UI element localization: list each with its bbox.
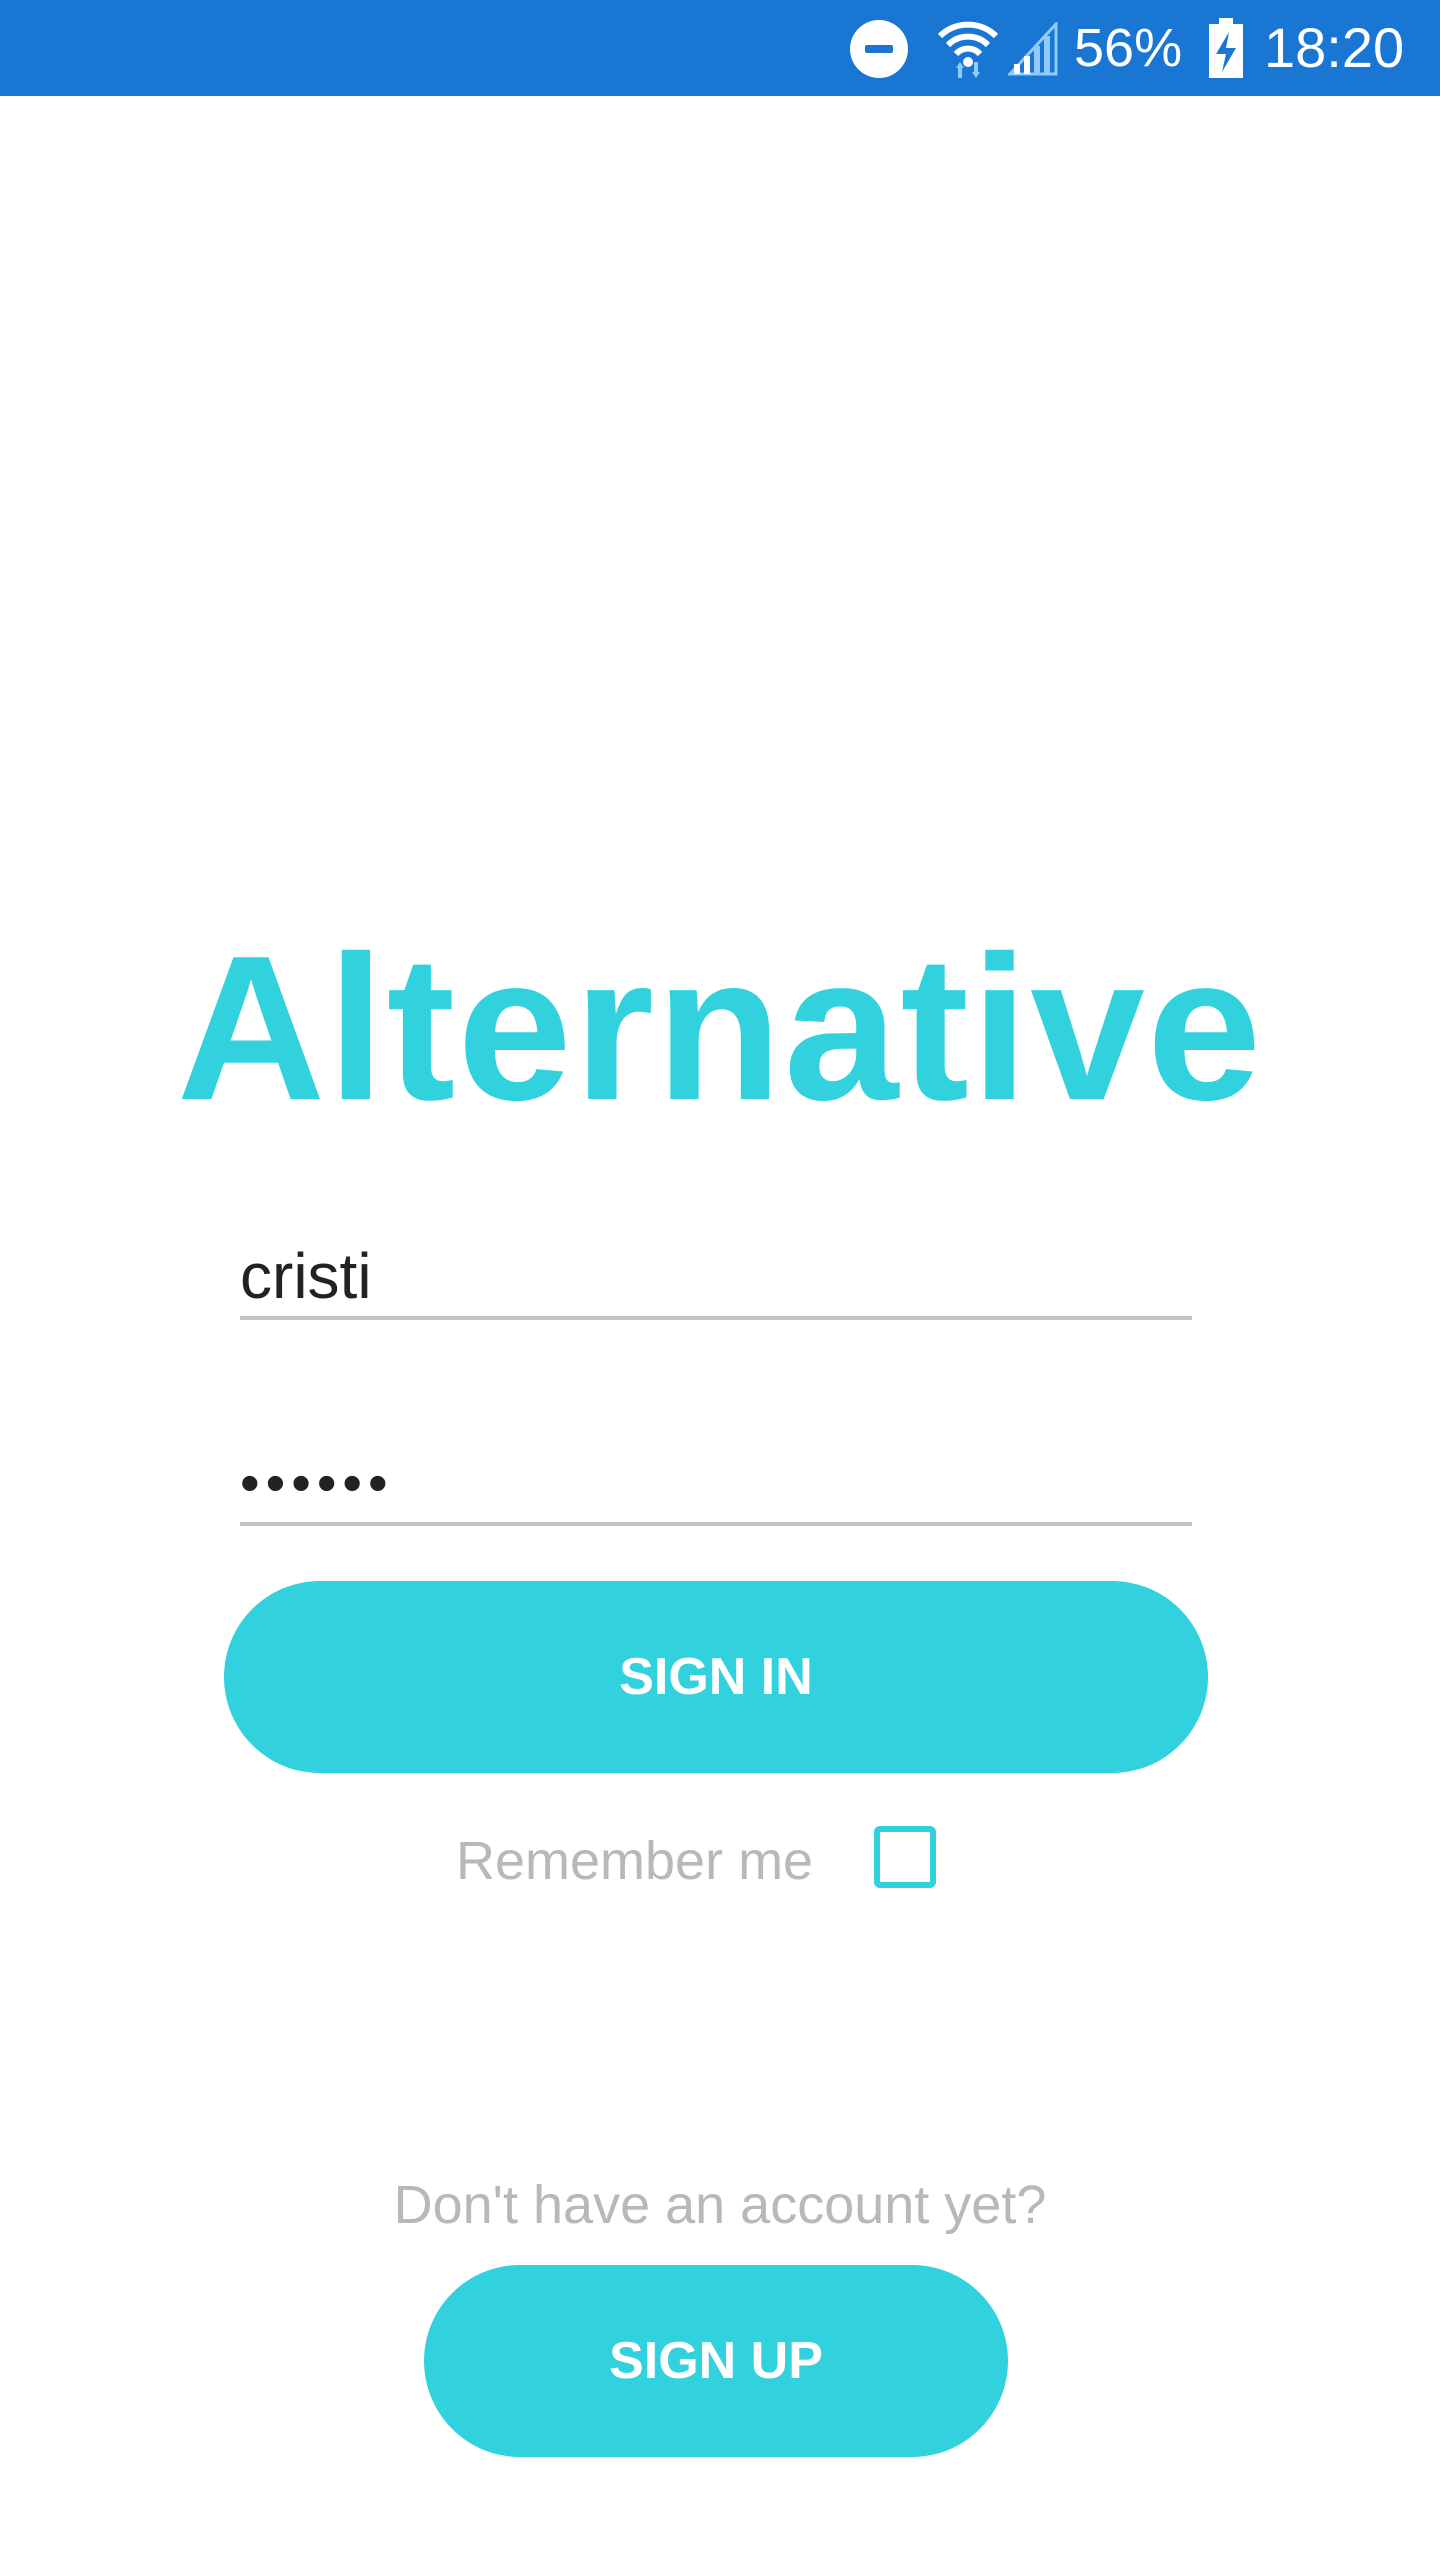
password-field[interactable] <box>240 1442 1192 1526</box>
sign-up-button[interactable]: SIGN UP <box>424 2265 1008 2457</box>
cell-signal-icon <box>1006 20 1058 76</box>
battery-charging-icon <box>1206 16 1246 80</box>
password-input[interactable] <box>240 1442 1192 1522</box>
status-clock: 18:20 <box>1264 16 1405 79</box>
remember-me-label: Remember me <box>456 1831 814 1891</box>
username-input[interactable] <box>240 1236 1192 1316</box>
battery-percentage: 56% <box>1074 18 1183 78</box>
wifi-icon <box>936 16 1000 80</box>
remember-me-checkbox[interactable] <box>874 1826 936 1888</box>
status-bar: 56% 18:20 <box>0 0 1440 96</box>
sign-in-button[interactable]: SIGN IN <box>224 1581 1208 1773</box>
app-title: Alternative <box>176 913 1264 1143</box>
do-not-disturb-icon <box>850 20 908 78</box>
username-field[interactable] <box>240 1236 1192 1320</box>
no-account-prompt: Don't have an account yet? <box>393 2175 1047 2235</box>
